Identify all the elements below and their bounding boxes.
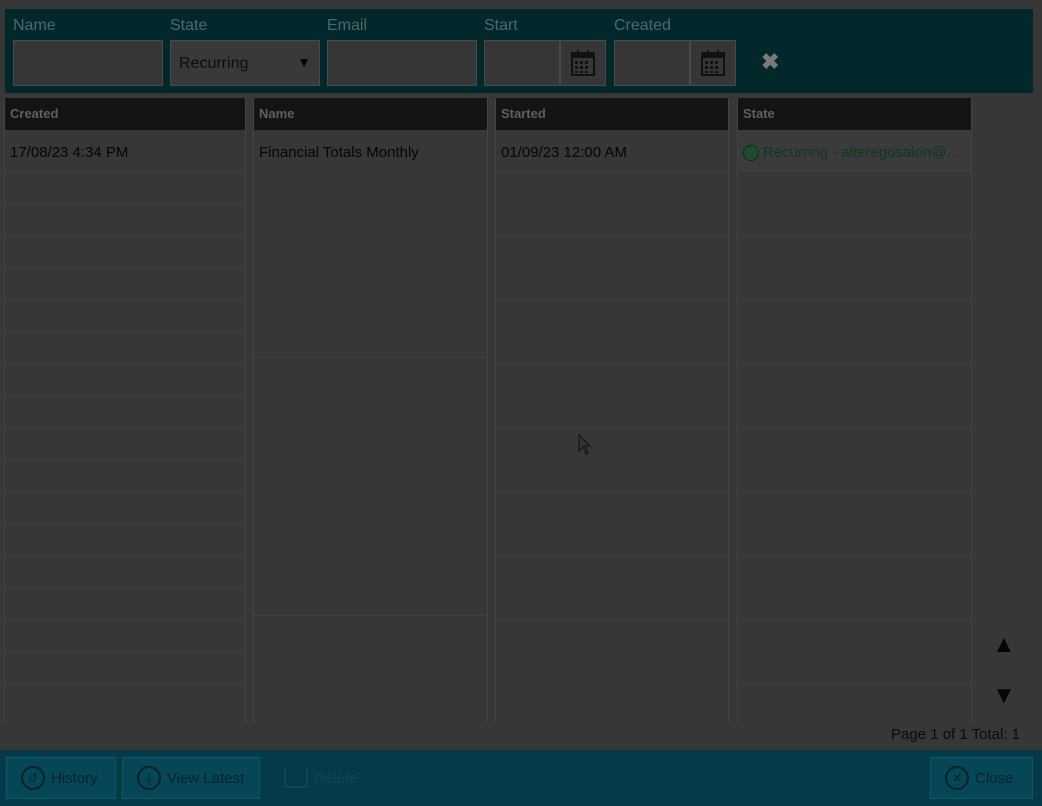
scroll-down-icon[interactable]: ▼ [992, 682, 1016, 710]
email-filter-input[interactable] [327, 40, 477, 86]
table-row-empty [738, 492, 971, 556]
table-row-empty [5, 236, 245, 268]
start-filter-input[interactable] [484, 40, 560, 86]
table-row-empty [5, 524, 245, 556]
table-row[interactable]: Financial Totals Monthly [254, 130, 487, 358]
email-filter-label: Email [327, 17, 368, 34]
table-row-empty [738, 428, 971, 492]
chevron-down-icon: ▼ [297, 54, 311, 70]
name-filter-label: Name [13, 17, 56, 34]
state-column: State Recurring - alteregosalon@... [737, 98, 972, 722]
view-latest-button[interactable]: ⤓ View Latest [122, 757, 260, 799]
table-row-empty [5, 396, 245, 428]
table-row-empty [496, 492, 728, 556]
state-cell: Recurring - alteregosalon@... [763, 144, 960, 161]
table-row-empty [738, 364, 971, 428]
table-row-empty [5, 300, 245, 332]
table-row-empty [5, 428, 245, 460]
mouse-cursor-icon [578, 434, 592, 455]
table-row-empty [738, 620, 971, 684]
created-filter-input[interactable] [614, 40, 690, 86]
close-button[interactable]: ✕ Close [930, 757, 1033, 799]
history-button[interactable]: ↺ History [6, 757, 116, 799]
delete-icon [284, 768, 308, 788]
table-row-empty [496, 300, 728, 364]
delete-button[interactable]: Delete [270, 757, 370, 799]
close-label: Close [975, 769, 1014, 787]
table-row-empty [738, 172, 971, 236]
table-row-empty [254, 358, 487, 616]
table-row-empty [5, 172, 245, 204]
pager: Page 1 of 1 Total: 1 [891, 726, 1020, 743]
created-column-header[interactable]: Created [5, 98, 245, 130]
table-row-empty [738, 300, 971, 364]
table-row-empty [5, 620, 245, 652]
scroll-up-icon[interactable]: ▲ [992, 631, 1016, 659]
started-cell: 01/09/23 12:00 AM [501, 144, 627, 161]
state-filter-label: State [170, 17, 208, 34]
table-row-empty [5, 268, 245, 300]
start-calendar-button[interactable] [560, 40, 606, 86]
table-row-empty [496, 172, 728, 236]
start-filter-label: Start [484, 17, 518, 34]
name-column: Name Financial Totals Monthly [253, 98, 488, 722]
created-filter-label: Created [614, 17, 671, 34]
table-row[interactable]: 01/09/23 12:00 AM [496, 130, 728, 172]
state-filter-select[interactable]: Recurring ▼ [170, 40, 320, 86]
view-latest-label: View Latest [167, 769, 245, 787]
table-row-empty [738, 556, 971, 620]
created-cell: 17/08/23 4:34 PM [10, 144, 129, 161]
created-calendar-button[interactable] [690, 40, 736, 86]
table-row-empty [738, 236, 971, 300]
table-row-empty [5, 492, 245, 524]
bottom-toolbar: ↺ History ⤓ View Latest Delete ✕ Close [0, 750, 1042, 806]
state-column-header[interactable]: State [738, 98, 971, 130]
created-column: Created 17/08/23 4:34 PM [4, 98, 246, 722]
table-row-empty [5, 332, 245, 364]
name-filter-input[interactable] [13, 40, 163, 86]
table-row-empty [496, 556, 728, 620]
delete-label: Delete [314, 769, 358, 787]
state-filter-value: Recurring [179, 55, 249, 72]
table-row[interactable]: 17/08/23 4:34 PM [5, 130, 245, 172]
history-label: History [51, 769, 98, 787]
table-row-empty [496, 364, 728, 428]
table-row-empty [5, 588, 245, 620]
total-count: Total: 1 [971, 726, 1021, 743]
table-row-empty [5, 652, 245, 684]
table-row[interactable]: Recurring - alteregosalon@... [738, 130, 971, 172]
clear-icon[interactable]: ✖ [761, 49, 779, 75]
name-column-header[interactable]: Name [254, 98, 487, 130]
table-row-empty [5, 364, 245, 396]
history-icon: ↺ [21, 766, 45, 790]
table-row-empty [5, 204, 245, 236]
table-row-empty [5, 460, 245, 492]
started-column-header[interactable]: Started [496, 98, 728, 130]
page-indicator: Page 1 of 1 [891, 726, 968, 743]
close-icon: ✕ [945, 766, 969, 790]
recurring-icon [743, 144, 759, 161]
table-row-empty [5, 556, 245, 588]
started-column: Started 01/09/23 12:00 AM [495, 98, 729, 722]
table-row-empty [496, 236, 728, 300]
name-cell: Financial Totals Monthly [259, 144, 419, 161]
calendar-icon [701, 50, 725, 76]
download-icon: ⤓ [137, 766, 161, 790]
filter-bar: Name State Recurring ▼ Email Start Creat… [5, 9, 1033, 93]
calendar-icon [571, 50, 595, 76]
table-row-empty [496, 428, 728, 492]
